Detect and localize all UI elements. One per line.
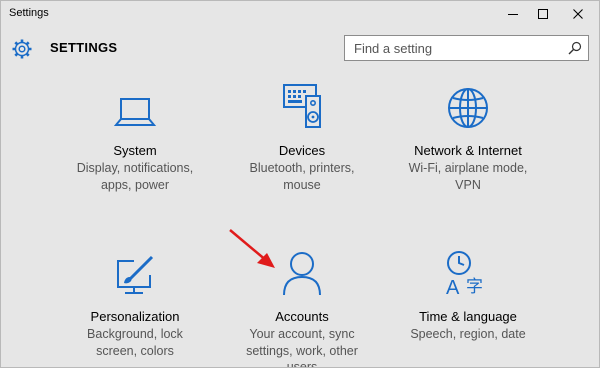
tile-title: System xyxy=(113,143,157,158)
search-input[interactable]: Find a setting xyxy=(344,35,589,61)
tile-desc-line: Your account, sync xyxy=(249,327,355,341)
search-placeholder: Find a setting xyxy=(354,41,433,56)
tile-system[interactable]: System Display, notifications, apps, pow… xyxy=(50,75,220,193)
red-arrow-annotation xyxy=(229,229,275,268)
close-icon xyxy=(573,9,583,19)
tile-desc-line: users xyxy=(286,360,318,368)
window-title: Settings xyxy=(9,7,49,19)
paint-brush-icon xyxy=(50,241,220,297)
tile-title: Network & Internet xyxy=(414,143,522,158)
tile-desc-line: Wi-Fi, airplane mode, xyxy=(408,161,528,175)
svg-text:字: 字 xyxy=(466,277,483,297)
tile-desc-line: Display, notifications, xyxy=(76,161,194,175)
tile-title: Devices xyxy=(278,143,326,158)
tile-desc-line: mouse xyxy=(283,177,321,192)
clock-language-icon: A 字 xyxy=(383,241,553,297)
tile-description: Display, notifications, apps, power xyxy=(50,160,220,193)
tile-title: Accounts xyxy=(275,309,329,324)
tile-title: Time & language xyxy=(419,309,517,324)
tile-desc-line: Background, lock xyxy=(87,327,183,341)
tile-description: Wi-Fi, airplane mode, VPN xyxy=(383,160,553,193)
tile-time-language[interactable]: A 字 Time & language Speech, region, date xyxy=(383,241,553,343)
tile-desc-line: VPN xyxy=(455,177,481,192)
tile-description: Background, lock screen, colors xyxy=(50,326,220,359)
tile-personalization[interactable]: Personalization Background, lock screen,… xyxy=(50,241,220,359)
gear-icon xyxy=(12,39,32,59)
tile-network[interactable]: Network & Internet Wi-Fi, airplane mode,… xyxy=(383,75,553,193)
keyboard-speaker-icon xyxy=(217,75,387,131)
tile-description: Your account, sync settings, work, other… xyxy=(217,326,387,368)
globe-icon xyxy=(383,75,553,131)
tile-desc-line: screen, colors xyxy=(96,343,174,358)
settings-window: Settings SETTINGS Find a setting System … xyxy=(0,0,600,368)
maximize-button[interactable] xyxy=(526,1,560,27)
maximize-icon xyxy=(538,9,548,19)
tile-title: Personalization xyxy=(90,309,180,324)
tile-desc-line: apps, power xyxy=(100,177,170,192)
tile-devices[interactable]: Devices Bluetooth, printers, mouse xyxy=(217,75,387,193)
minimize-icon xyxy=(508,14,518,15)
tile-description: Speech, region, date xyxy=(383,326,553,343)
close-button[interactable] xyxy=(561,1,595,27)
search-icon[interactable] xyxy=(568,41,582,55)
page-title: SETTINGS xyxy=(50,40,118,55)
svg-text:A: A xyxy=(446,277,460,297)
tile-desc-line: Speech, region, date xyxy=(410,327,526,341)
minimize-button[interactable] xyxy=(496,1,530,27)
tile-desc-line: Bluetooth, printers, xyxy=(249,161,355,175)
tile-description: Bluetooth, printers, mouse xyxy=(217,160,387,193)
settings-header: SETTINGS Find a setting xyxy=(1,29,599,69)
tile-desc-line: settings, work, other xyxy=(246,343,358,358)
laptop-icon xyxy=(50,75,220,131)
title-bar: Settings xyxy=(1,1,599,29)
